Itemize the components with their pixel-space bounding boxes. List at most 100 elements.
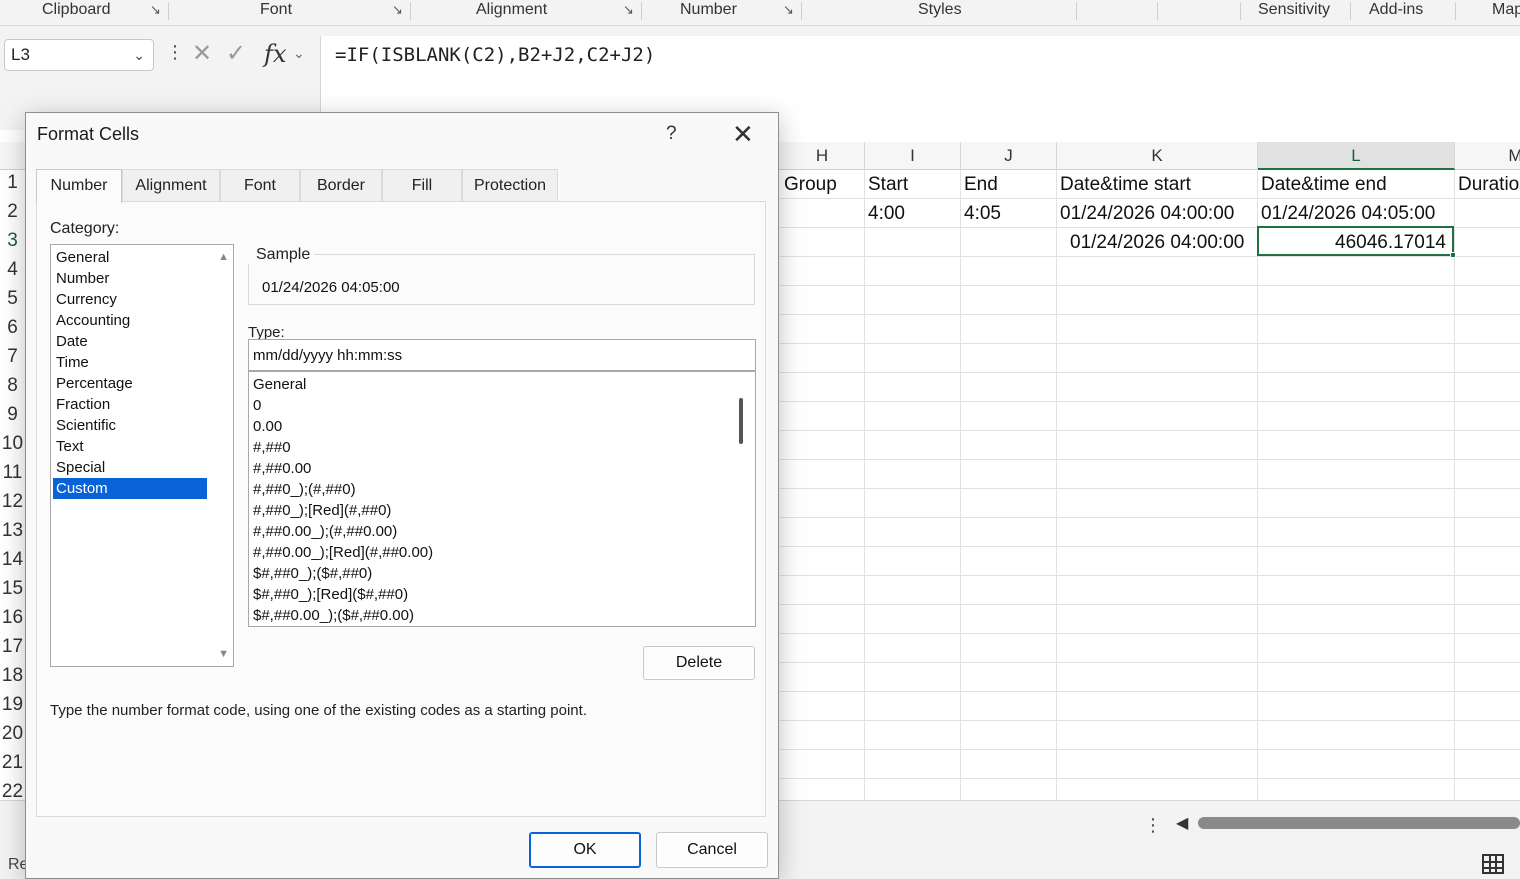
row-header-2[interactable]: 2: [0, 201, 25, 223]
close-icon[interactable]: ✕: [732, 119, 754, 150]
cell-k2[interactable]: 01/24/2026 04:00:00: [1060, 203, 1234, 225]
column-header-i[interactable]: I: [865, 142, 961, 170]
category-currency[interactable]: Currency: [53, 289, 207, 310]
category-text[interactable]: Text: [53, 436, 207, 457]
cell-l2[interactable]: 01/24/2026 04:05:00: [1261, 203, 1435, 225]
row-header-12[interactable]: 12: [0, 491, 25, 513]
row-header-6[interactable]: 6: [0, 317, 25, 339]
tab-number[interactable]: Number: [36, 169, 122, 203]
clipboard-launcher-icon[interactable]: ↘: [150, 3, 164, 17]
gridline: [960, 170, 961, 800]
row-header-11[interactable]: 11: [0, 462, 25, 484]
row-header-10[interactable]: 10: [0, 433, 25, 455]
format-code-list[interactable]: General 0 0.00 #,##0 #,##0.00 #,##0_);(#…: [248, 371, 756, 627]
category-percentage[interactable]: Percentage: [53, 373, 207, 394]
scroll-up-icon[interactable]: ▲: [218, 251, 229, 263]
format-code-item[interactable]: #,##0_);(#,##0): [253, 479, 356, 500]
column-header-l[interactable]: L: [1258, 142, 1455, 170]
row-header-18[interactable]: 18: [0, 665, 25, 687]
delete-button[interactable]: Delete: [643, 646, 755, 680]
row-header-20[interactable]: 20: [0, 723, 25, 745]
format-code-item[interactable]: #,##0.00_);[Red](#,##0.00): [253, 542, 433, 563]
tab-alignment[interactable]: Alignment: [122, 169, 220, 202]
scroll-left-icon[interactable]: ◀: [1176, 813, 1188, 833]
insert-function-icon[interactable]: fx: [264, 40, 286, 68]
cancel-entry-icon[interactable]: ✕: [192, 40, 212, 68]
category-fraction[interactable]: Fraction: [53, 394, 207, 415]
more-options-icon[interactable]: ⋮: [166, 42, 184, 63]
normal-view-icon[interactable]: [1482, 854, 1504, 874]
cell-k3[interactable]: 01/24/2026 04:00:00: [1070, 232, 1244, 254]
column-header-k[interactable]: K: [1057, 142, 1258, 170]
column-header-h[interactable]: H: [780, 142, 865, 170]
format-code-item[interactable]: 0: [253, 395, 261, 416]
category-general[interactable]: General: [53, 247, 207, 268]
format-code-item[interactable]: #,##0_);[Red](#,##0): [253, 500, 391, 521]
format-code-item[interactable]: 0.00: [253, 416, 282, 437]
category-special[interactable]: Special: [53, 457, 207, 478]
row-header-8[interactable]: 8: [0, 375, 25, 397]
more-options-icon[interactable]: ⋮: [1144, 815, 1162, 836]
tab-fill[interactable]: Fill: [382, 169, 462, 202]
category-time[interactable]: Time: [53, 352, 207, 373]
row-header-7[interactable]: 7: [0, 346, 25, 368]
category-date[interactable]: Date: [53, 331, 207, 352]
dialog-tabs: Number Alignment Font Border Fill Protec…: [36, 169, 766, 203]
row-header-16[interactable]: 16: [0, 607, 25, 629]
tab-protection[interactable]: Protection: [462, 169, 558, 202]
alignment-launcher-icon[interactable]: ↘: [623, 3, 637, 17]
chevron-down-icon[interactable]: ⌄: [133, 40, 145, 70]
ok-button[interactable]: OK: [529, 832, 641, 868]
cell-i2[interactable]: 4:00: [868, 203, 905, 225]
category-custom[interactable]: Custom: [53, 478, 207, 499]
format-code-item[interactable]: $#,##0.00_);($#,##0.00): [253, 605, 414, 626]
row-header-3[interactable]: 3: [0, 230, 25, 252]
gridline: [780, 314, 1520, 315]
row-header-15[interactable]: 15: [0, 578, 25, 600]
cell-j1[interactable]: End: [964, 174, 998, 196]
tab-border[interactable]: Border: [300, 169, 382, 202]
chevron-down-icon[interactable]: ⌄: [293, 45, 305, 62]
row-header-21[interactable]: 21: [0, 752, 25, 774]
category-list[interactable]: General Number Currency Accounting Date …: [50, 244, 234, 667]
name-box[interactable]: L3 ⌄: [4, 39, 154, 71]
horizontal-scrollbar[interactable]: [1198, 817, 1520, 829]
column-header-j[interactable]: J: [961, 142, 1057, 170]
row-header-14[interactable]: 14: [0, 549, 25, 571]
cell-m1[interactable]: Duratio: [1458, 174, 1519, 196]
ribbon-separator: [641, 2, 642, 20]
row-header-13[interactable]: 13: [0, 520, 25, 542]
confirm-entry-icon[interactable]: ✓: [226, 40, 246, 68]
format-code-item[interactable]: #,##0: [253, 437, 291, 458]
category-scientific[interactable]: Scientific: [53, 415, 207, 436]
format-code-item[interactable]: $#,##0_);[Red]($#,##0): [253, 584, 408, 605]
column-header-m[interactable]: M: [1455, 142, 1520, 170]
category-number[interactable]: Number: [53, 268, 207, 289]
format-code-item[interactable]: #,##0.00_);(#,##0.00): [253, 521, 397, 542]
row-header-17[interactable]: 17: [0, 636, 25, 658]
format-code-item[interactable]: General: [253, 374, 306, 395]
number-launcher-icon[interactable]: ↘: [783, 3, 797, 17]
cell-j2[interactable]: 4:05: [964, 203, 1001, 225]
row-header-4[interactable]: 4: [0, 259, 25, 281]
format-code-item[interactable]: #,##0.00: [253, 458, 311, 479]
cell-k1[interactable]: Date&time start: [1060, 174, 1191, 196]
row-header-19[interactable]: 19: [0, 694, 25, 716]
scroll-down-icon[interactable]: ▼: [218, 648, 229, 660]
format-code-item[interactable]: $#,##0_);($#,##0): [253, 563, 372, 584]
row-header-9[interactable]: 9: [0, 404, 25, 426]
cell-i1[interactable]: Start: [868, 174, 908, 196]
help-icon[interactable]: ?: [666, 123, 677, 145]
tab-font[interactable]: Font: [220, 169, 300, 202]
type-input[interactable]: [248, 339, 756, 371]
cell-h1[interactable]: Group: [784, 174, 837, 196]
font-launcher-icon[interactable]: ↘: [392, 3, 406, 17]
row-header-1[interactable]: 1: [0, 172, 25, 194]
fill-handle[interactable]: [1450, 252, 1456, 258]
cell-l1[interactable]: Date&time end: [1261, 174, 1387, 196]
category-accounting[interactable]: Accounting: [53, 310, 207, 331]
row-header-5[interactable]: 5: [0, 288, 25, 310]
list-scrollbar-thumb[interactable]: [739, 398, 743, 444]
cancel-button[interactable]: Cancel: [656, 832, 768, 868]
ribbon-group-clipboard: Clipboard: [42, 1, 111, 18]
